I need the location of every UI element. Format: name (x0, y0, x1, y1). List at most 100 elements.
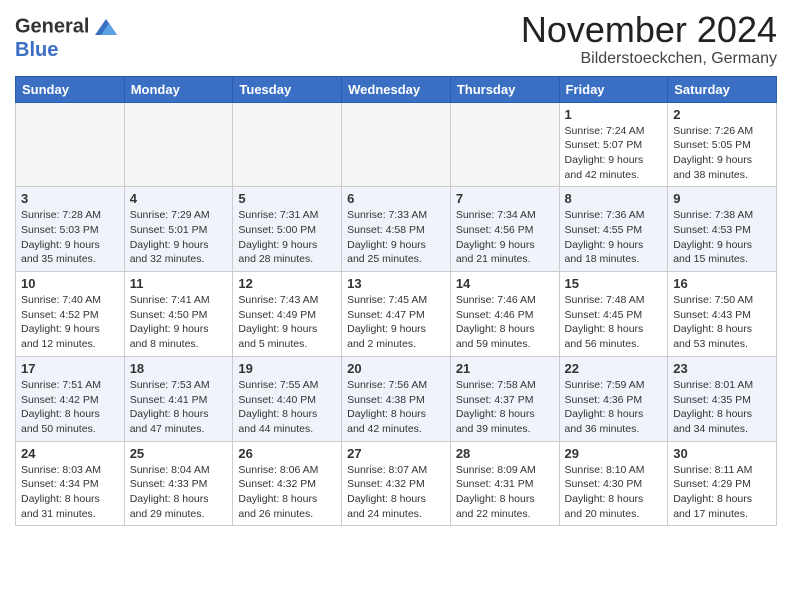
logo-general: General (15, 15, 89, 37)
day-info: Sunrise: 7:43 AM Sunset: 4:49 PM Dayligh… (238, 293, 336, 352)
day-number: 26 (238, 446, 336, 461)
day-info: Sunrise: 8:06 AM Sunset: 4:32 PM Dayligh… (238, 463, 336, 522)
day-number: 4 (130, 191, 228, 206)
calendar-cell: 3 Sunrise: 7:28 AM Sunset: 5:03 PM Daylig… (16, 187, 125, 272)
day-number: 10 (21, 276, 119, 291)
calendar-week-row: 3 Sunrise: 7:28 AM Sunset: 5:03 PM Daylig… (16, 187, 777, 272)
day-info: Sunrise: 7:56 AM Sunset: 4:38 PM Dayligh… (347, 378, 445, 437)
calendar-cell: 6 Sunrise: 7:33 AM Sunset: 4:58 PM Daylig… (342, 187, 451, 272)
month-title: November 2024 (521, 10, 777, 50)
calendar-cell: 27 Sunrise: 8:07 AM Sunset: 4:32 PM Dayli… (342, 441, 451, 526)
day-number: 30 (673, 446, 771, 461)
calendar-week-row: 24 Sunrise: 8:03 AM Sunset: 4:34 PM Dayli… (16, 441, 777, 526)
day-info: Sunrise: 8:04 AM Sunset: 4:33 PM Dayligh… (130, 463, 228, 522)
calendar-week-row: 17Sunrise: 7:51 AM Sunset: 4:42 PM Dayli… (16, 356, 777, 441)
day-number: 27 (347, 446, 445, 461)
title-block: November 2024 Bilderstoeckchen, Germany (521, 10, 777, 68)
col-wednesday: Wednesday (342, 76, 451, 102)
day-info: Sunrise: 7:34 AM Sunset: 4:56 PM Dayligh… (456, 208, 554, 267)
day-number: 21 (456, 361, 554, 376)
day-info: Sunrise: 7:36 AM Sunset: 4:55 PM Dayligh… (565, 208, 663, 267)
day-info: Sunrise: 7:38 AM Sunset: 4:53 PM Dayligh… (673, 208, 771, 267)
day-info: Sunrise: 7:26 AM Sunset: 5:05 PM Dayligh… (673, 124, 771, 183)
calendar-cell: 12 Sunrise: 7:43 AM Sunset: 4:49 PM Dayli… (233, 272, 342, 357)
calendar-cell: 25 Sunrise: 8:04 AM Sunset: 4:33 PM Dayli… (124, 441, 233, 526)
day-info: Sunrise: 7:46 AM Sunset: 4:46 PM Dayligh… (456, 293, 554, 352)
calendar-cell: 20 Sunrise: 7:56 AM Sunset: 4:38 PM Dayli… (342, 356, 451, 441)
col-saturday: Saturday (668, 76, 777, 102)
day-info: Sunrise: 7:45 AM Sunset: 4:47 PM Dayligh… (347, 293, 445, 352)
day-info: Sunrise: 7:24 AM Sunset: 5:07 PM Dayligh… (565, 124, 663, 183)
day-info: Sunrise: 8:11 AM Sunset: 4:29 PM Dayligh… (673, 463, 771, 522)
calendar-cell (16, 102, 125, 187)
day-number: 22 (565, 361, 663, 376)
day-number: 18 (130, 361, 228, 376)
calendar-cell: 16 Sunrise: 7:50 AM Sunset: 4:43 PM Dayli… (668, 272, 777, 357)
calendar-cell: 2 Sunrise: 7:26 AM Sunset: 5:05 PM Daylig… (668, 102, 777, 187)
calendar-cell: 8 Sunrise: 7:36 AM Sunset: 4:55 PM Daylig… (559, 187, 668, 272)
logo: General Blue (15, 15, 119, 61)
calendar-week-row: 10 Sunrise: 7:40 AM Sunset: 4:52 PM Dayli… (16, 272, 777, 357)
day-number: 20 (347, 361, 445, 376)
day-number: 12 (238, 276, 336, 291)
day-number: 23 (673, 361, 771, 376)
day-info: Sunrise: 7:29 AM Sunset: 5:01 PM Dayligh… (130, 208, 228, 267)
day-number: 2 (673, 107, 771, 122)
calendar-cell: 30 Sunrise: 8:11 AM Sunset: 4:29 PM Dayli… (668, 441, 777, 526)
day-number: 1 (565, 107, 663, 122)
page-header: General Blue November 2024 Bilderstoeckc… (15, 10, 777, 68)
day-info: Sunrise: 7:40 AM Sunset: 4:52 PM Dayligh… (21, 293, 119, 352)
day-number: 17 (21, 361, 119, 376)
day-number: 14 (456, 276, 554, 291)
day-info: Sunrise: 7:33 AM Sunset: 4:58 PM Dayligh… (347, 208, 445, 267)
day-number: 8 (565, 191, 663, 206)
calendar-cell (450, 102, 559, 187)
calendar-cell (233, 102, 342, 187)
day-info: Sunrise: 7:50 AM Sunset: 4:43 PM Dayligh… (673, 293, 771, 352)
day-number: 7 (456, 191, 554, 206)
day-info: Sunrise: 7:31 AM Sunset: 5:00 PM Dayligh… (238, 208, 336, 267)
calendar-cell: 28 Sunrise: 8:09 AM Sunset: 4:31 PM Dayli… (450, 441, 559, 526)
day-info: Sunrise: 7:59 AM Sunset: 4:36 PM Dayligh… (565, 378, 663, 437)
calendar-cell: 1 Sunrise: 7:24 AM Sunset: 5:07 PM Daylig… (559, 102, 668, 187)
calendar-week-row: 1 Sunrise: 7:24 AM Sunset: 5:07 PM Daylig… (16, 102, 777, 187)
day-info: Sunrise: 7:58 AM Sunset: 4:37 PM Dayligh… (456, 378, 554, 437)
calendar-cell: 10 Sunrise: 7:40 AM Sunset: 4:52 PM Dayli… (16, 272, 125, 357)
day-number: 29 (565, 446, 663, 461)
calendar-cell: 9Sunrise: 7:38 AM Sunset: 4:53 PM Daylig… (668, 187, 777, 272)
day-info: Sunrise: 7:53 AM Sunset: 4:41 PM Dayligh… (130, 378, 228, 437)
calendar-cell: 7 Sunrise: 7:34 AM Sunset: 4:56 PM Daylig… (450, 187, 559, 272)
page-container: General Blue November 2024 Bilderstoeckc… (0, 0, 792, 536)
calendar-cell: 23Sunrise: 8:01 AM Sunset: 4:35 PM Dayli… (668, 356, 777, 441)
day-number: 6 (347, 191, 445, 206)
calendar-cell (124, 102, 233, 187)
calendar-cell: 26 Sunrise: 8:06 AM Sunset: 4:32 PM Dayli… (233, 441, 342, 526)
col-tuesday: Tuesday (233, 76, 342, 102)
day-info: Sunrise: 8:09 AM Sunset: 4:31 PM Dayligh… (456, 463, 554, 522)
col-sunday: Sunday (16, 76, 125, 102)
day-info: Sunrise: 8:03 AM Sunset: 4:34 PM Dayligh… (21, 463, 119, 522)
day-number: 28 (456, 446, 554, 461)
day-info: Sunrise: 7:55 AM Sunset: 4:40 PM Dayligh… (238, 378, 336, 437)
logo-icon (91, 15, 119, 39)
calendar-table: Sunday Monday Tuesday Wednesday Thursday… (15, 76, 777, 527)
day-number: 3 (21, 191, 119, 206)
calendar-cell: 11Sunrise: 7:41 AM Sunset: 4:50 PM Dayli… (124, 272, 233, 357)
day-info: Sunrise: 7:48 AM Sunset: 4:45 PM Dayligh… (565, 293, 663, 352)
day-info: Sunrise: 7:28 AM Sunset: 5:03 PM Dayligh… (21, 208, 119, 267)
day-number: 24 (21, 446, 119, 461)
day-info: Sunrise: 7:41 AM Sunset: 4:50 PM Dayligh… (130, 293, 228, 352)
day-number: 16 (673, 276, 771, 291)
logo-text-block: General Blue (15, 15, 119, 61)
calendar-cell: 21 Sunrise: 7:58 AM Sunset: 4:37 PM Dayli… (450, 356, 559, 441)
logo-blue: Blue (15, 39, 119, 61)
calendar-cell: 13Sunrise: 7:45 AM Sunset: 4:47 PM Dayli… (342, 272, 451, 357)
day-info: Sunrise: 8:07 AM Sunset: 4:32 PM Dayligh… (347, 463, 445, 522)
col-monday: Monday (124, 76, 233, 102)
location: Bilderstoeckchen, Germany (521, 50, 777, 68)
calendar-cell: 19Sunrise: 7:55 AM Sunset: 4:40 PM Dayli… (233, 356, 342, 441)
calendar-cell: 15Sunrise: 7:48 AM Sunset: 4:45 PM Dayli… (559, 272, 668, 357)
day-number: 25 (130, 446, 228, 461)
calendar-cell: 17Sunrise: 7:51 AM Sunset: 4:42 PM Dayli… (16, 356, 125, 441)
calendar-cell: 5Sunrise: 7:31 AM Sunset: 5:00 PM Daylig… (233, 187, 342, 272)
